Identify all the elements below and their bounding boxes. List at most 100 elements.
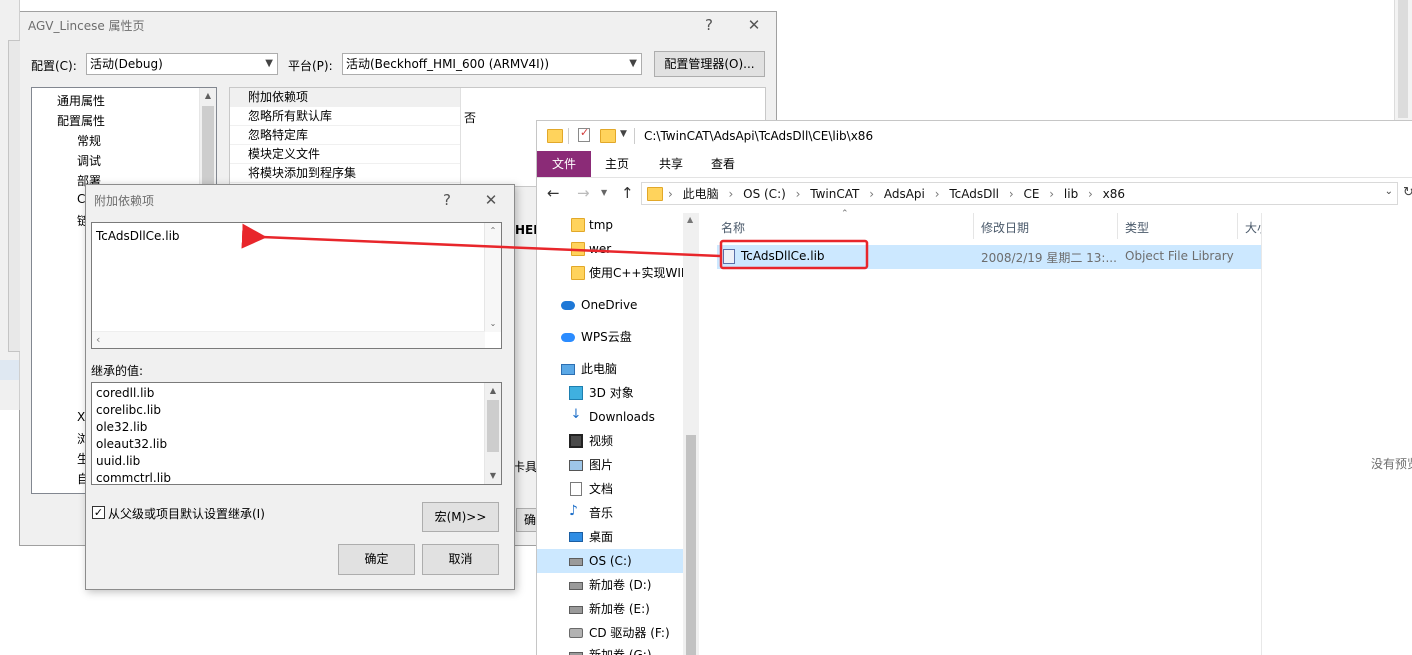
breadcrumb-item[interactable]: TwinCAT xyxy=(810,187,859,201)
tab-share[interactable]: 共享 xyxy=(647,151,695,177)
scroll-up-icon[interactable]: ⌃ xyxy=(485,223,501,239)
breadcrumb-item[interactable]: TcAdsDll xyxy=(949,187,999,201)
breadcrumb-item[interactable]: lib xyxy=(1064,187,1078,201)
tree-item-config[interactable]: 配置属性 xyxy=(57,112,105,129)
quick-access-toolbar: ✓ ▼ C:\TwinCAT\AdsApi\TcAdsDll\CE\lib\x8… xyxy=(537,121,1412,151)
scroll-up-icon[interactable]: ▲ xyxy=(200,88,216,104)
nav-item-drive-e[interactable]: 新加卷 (E:) xyxy=(537,597,683,621)
properties-icon[interactable]: ✓ xyxy=(578,126,590,142)
nav-item-pictures[interactable]: 图片 xyxy=(537,453,683,477)
new-folder-icon[interactable] xyxy=(600,129,616,143)
breadcrumb-item[interactable]: AdsApi xyxy=(884,187,925,201)
nav-item-3d-objects[interactable]: 3D 对象 xyxy=(537,381,683,405)
scroll-up-icon[interactable]: ▲ xyxy=(485,383,501,399)
column-header-name[interactable]: 名称 xyxy=(721,219,745,236)
nav-item-tmp[interactable]: tmp xyxy=(537,213,683,237)
breadcrumb-chevron: › xyxy=(1008,187,1014,201)
property-value[interactable]: 否 xyxy=(464,109,476,126)
inherited-value: commctrl.lib xyxy=(96,471,171,485)
breadcrumb-item[interactable]: x86 xyxy=(1103,187,1125,201)
breadcrumb-item[interactable]: 此电脑 xyxy=(683,187,719,201)
property-row[interactable]: 附加依赖项 xyxy=(230,88,460,107)
platform-value: 活动(Beckhoff_HMI_600 (ARMV4I)) xyxy=(346,57,550,71)
customize-toolbar-icon[interactable]: ▼ xyxy=(620,129,627,139)
column-header-type[interactable]: 类型 xyxy=(1125,219,1149,236)
inherited-scrollbar[interactable]: ▲ ▼ xyxy=(484,383,501,484)
column-header-size[interactable]: 大小 xyxy=(1245,219,1261,236)
tab-file[interactable]: 文件 xyxy=(537,151,591,177)
refresh-icon[interactable]: ↻ xyxy=(1403,185,1412,200)
tab-view[interactable]: 查看 xyxy=(699,151,747,177)
property-row[interactable]: 将模块添加到程序集 xyxy=(230,164,460,183)
scroll-down-icon[interactable]: ▼ xyxy=(485,468,501,484)
ok-button[interactable]: 确定 xyxy=(338,544,415,575)
file-name[interactable]: TcAdsDllCe.lib xyxy=(741,249,825,263)
nav-item-os-c[interactable]: OS (C:) xyxy=(537,549,683,573)
breadcrumb: › 此电脑 › OS (C:) › TwinCAT › AdsApi › TcA… xyxy=(668,185,1131,202)
edit-vscrollbar[interactable]: ⌃ ⌄ xyxy=(484,223,501,332)
breadcrumb-item[interactable]: OS (C:) xyxy=(743,187,786,201)
nav-item-wps[interactable]: WPS云盘 xyxy=(537,325,683,349)
edit-hscrollbar[interactable]: ‹ xyxy=(92,331,485,348)
close-button[interactable]: ✕ xyxy=(476,189,506,211)
nav-item-drive-g[interactable]: 新加卷 (G:) xyxy=(537,643,683,655)
nav-item-onedrive[interactable]: OneDrive xyxy=(537,293,683,317)
cancel-button[interactable]: 取消 xyxy=(422,544,499,575)
navigation-scrollbar[interactable]: ▲ xyxy=(683,213,699,655)
inherit-checkbox[interactable]: ✓ xyxy=(92,506,105,519)
up-button[interactable]: ↑ xyxy=(621,184,634,202)
video-icon xyxy=(569,434,583,448)
scroll-thumb[interactable] xyxy=(686,435,696,655)
inherit-checkbox-label[interactable]: 从父级或项目默认设置继承(I) xyxy=(108,505,265,522)
close-button[interactable]: ✕ xyxy=(739,14,769,36)
nav-item-documents[interactable]: 文档 xyxy=(537,477,683,501)
nav-item-drive-d[interactable]: 新加卷 (D:) xyxy=(537,573,683,597)
nav-item-this-pc[interactable]: 此电脑 xyxy=(537,357,683,381)
dependencies-edit-box[interactable]: TcAdsDllCe.lib ⌃ ⌄ ‹ xyxy=(91,222,502,349)
config-combobox[interactable]: 活动(Debug) ▼ xyxy=(86,53,278,75)
cube-icon xyxy=(569,386,583,400)
column-header-date[interactable]: 修改日期 xyxy=(981,219,1029,236)
property-row[interactable]: 模块定义文件 xyxy=(230,145,460,164)
column-divider[interactable] xyxy=(973,213,974,239)
address-bar[interactable]: › 此电脑 › OS (C:) › TwinCAT › AdsApi › TcA… xyxy=(641,182,1398,205)
help-button[interactable]: ? xyxy=(432,189,462,211)
scroll-down-icon[interactable]: ⌄ xyxy=(485,316,501,332)
address-dropdown-icon[interactable]: ⌄ xyxy=(1385,186,1393,197)
navigation-pane[interactable]: tmp wer 使用C++实现WIN OneDrive WPS云盘 此电脑 3D… xyxy=(537,213,699,655)
breadcrumb-item[interactable]: CE xyxy=(1023,187,1039,201)
nav-label: 桌面 xyxy=(589,530,614,544)
scroll-thumb[interactable] xyxy=(202,106,214,196)
column-divider[interactable] xyxy=(1237,213,1238,239)
nav-item-cd-f[interactable]: CD 驱动器 (F:) xyxy=(537,621,683,645)
nav-item-downloads[interactable]: ↓ Downloads xyxy=(537,405,683,429)
nav-item-cpp-folder[interactable]: 使用C++实现WIN xyxy=(537,261,683,285)
platform-combobox[interactable]: 活动(Beckhoff_HMI_600 (ARMV4I)) ▼ xyxy=(342,53,642,75)
nav-label: 视频 xyxy=(589,434,614,448)
document-icon xyxy=(570,482,582,496)
nav-label: 新加卷 (G:) xyxy=(589,648,652,655)
breadcrumb-chevron: › xyxy=(869,187,874,201)
recent-locations-icon[interactable]: ▼ xyxy=(601,188,607,197)
config-manager-button[interactable]: 配置管理器(O)... xyxy=(654,51,765,77)
scroll-thumb[interactable] xyxy=(487,400,499,452)
scroll-left-icon[interactable]: ‹ xyxy=(96,333,100,346)
nav-item-music[interactable]: ♪ 音乐 xyxy=(537,501,683,525)
column-divider[interactable] xyxy=(1117,213,1118,239)
forward-button[interactable]: → xyxy=(577,184,590,202)
tree-item-common[interactable]: 通用属性 xyxy=(57,92,105,109)
macro-button[interactable]: 宏(M)>> xyxy=(422,502,499,532)
help-button[interactable]: ? xyxy=(694,14,724,36)
scroll-up-icon[interactable]: ▲ xyxy=(687,215,693,224)
back-button[interactable]: ← xyxy=(547,184,560,202)
nav-item-wer[interactable]: wer xyxy=(537,237,683,261)
property-row[interactable]: 忽略特定库 xyxy=(230,126,460,145)
tree-item-general[interactable]: 常规 xyxy=(77,132,101,149)
nav-item-desktop[interactable]: 桌面 xyxy=(537,525,683,549)
tab-home[interactable]: 主页 xyxy=(593,151,641,177)
tree-item-debug[interactable]: 调试 xyxy=(77,152,101,169)
nav-item-videos[interactable]: 视频 xyxy=(537,429,683,453)
dependencies-text[interactable]: TcAdsDllCe.lib xyxy=(96,229,180,243)
table-row[interactable]: TcAdsDllCe.lib 2008/2/19 星期二 13:... Obje… xyxy=(717,245,1261,269)
property-row[interactable]: 忽略所有默认库 xyxy=(230,107,460,126)
